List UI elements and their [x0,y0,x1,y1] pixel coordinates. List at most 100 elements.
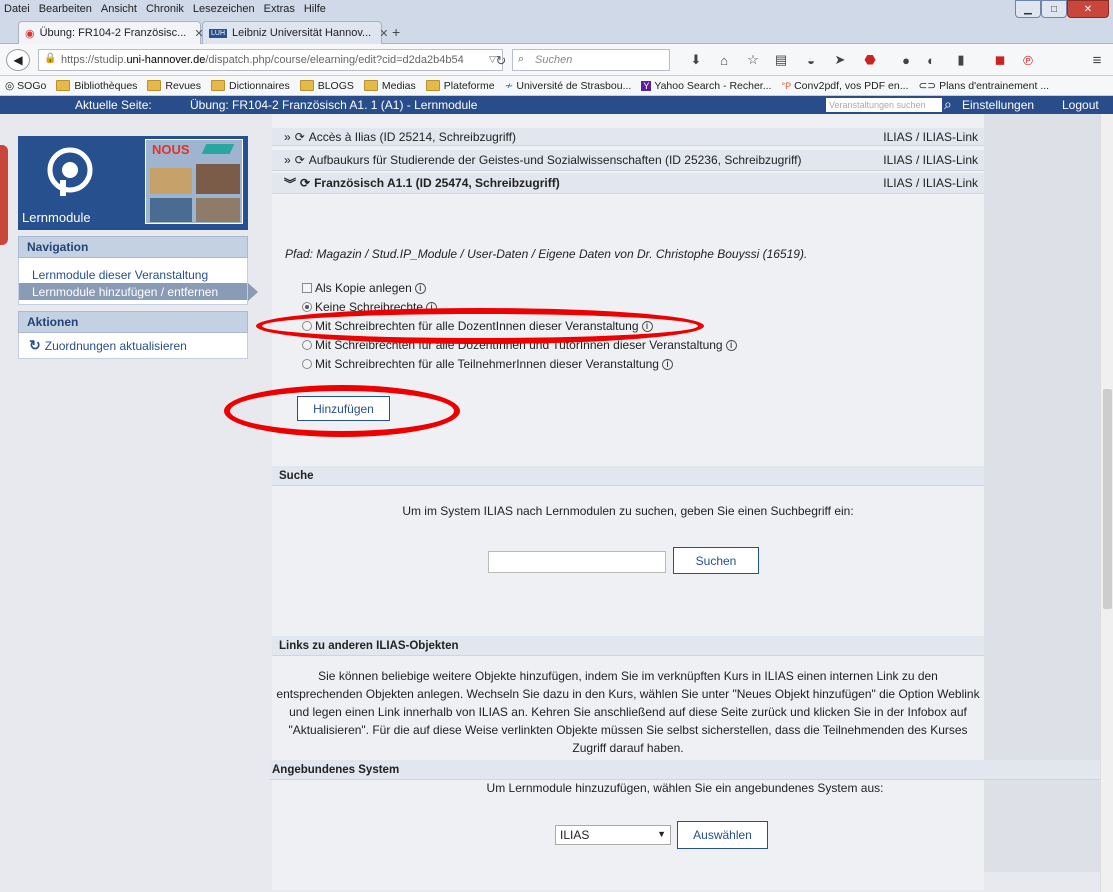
system-section-heading: Angebundenes System [270,760,1100,780]
bookmark-folder[interactable]: Medias [363,80,416,92]
bookmark-folder[interactable]: Revues [147,80,201,92]
minimize-icon[interactable]: ▁ [1015,0,1041,18]
pinterest-icon[interactable]: ℗ [1020,52,1036,68]
menu-lesezeichen[interactable]: Lesezeichen [193,3,255,15]
course-logo-text: NOUS [152,142,190,157]
course-search-input[interactable]: Veranstaltungen suchen [826,98,942,112]
menu-ansicht[interactable]: Ansicht [101,3,137,15]
bookmark-folder[interactable]: Dictionnaires [211,80,290,92]
select-system-button[interactable]: Auswählen [677,821,768,849]
back-icon[interactable]: ◀ [6,49,30,71]
bookmark-label: SOGo [17,79,47,92]
copy-checkbox-row[interactable]: Als Kopie anlegen i [302,281,426,295]
search-icon[interactable]: ⌕ [944,96,952,113]
course-banner-image: NOUS [145,139,243,224]
bookmark-plans[interactable]: ⊂⊃ Plans d'entrainement ... [918,80,1049,92]
bookmark-unistra[interactable]: ≁ Université de Strasbou... [505,80,632,92]
radio-button[interactable] [302,302,312,312]
tab-studip[interactable]: ◉ Übung: FR104-2 Französisc... ✕ [18,21,204,44]
download-icon[interactable]: ⬇ [688,52,704,68]
module-name: Accès à Ilias (ID 25214, Schreibzugriff) [308,129,516,144]
menu-extras[interactable]: Extras [264,3,295,15]
scrollbar-thumb[interactable] [1103,389,1112,609]
chevron-down-icon: ▼ [657,829,666,839]
bookmark-folder[interactable]: BLOGS [299,80,354,92]
module-row[interactable]: » ⟳ Accès à Ilias (ID 25214, Schreibzugri… [272,128,984,146]
bookmark-folder[interactable]: Plateforme [425,80,495,92]
settings-link[interactable]: Einstellungen [962,98,1034,112]
highlight-ellipse [256,308,704,344]
bookmark-conv2pdf[interactable]: °P Conv2pdf, vos PDF en... [781,80,908,92]
radio-write-teilnehmer[interactable]: Mit Schreibrechten für alle TeilnehmerIn… [302,357,673,371]
menu-hilfe[interactable]: Hilfe [304,3,326,15]
collapse-icon: ︾ [284,176,297,191]
phone-icon[interactable]: ▮ [953,52,969,68]
radio-button[interactable] [302,359,312,369]
home-icon[interactable]: ⌂ [716,52,732,68]
search-button[interactable]: Suchen [673,547,759,574]
chat-icon[interactable]: ● [898,52,914,68]
refresh-icon: ↻ [29,337,41,353]
module-icon: ⟳ [294,129,305,144]
addon-icon[interactable]: ◼ [992,52,1008,68]
url-prefix: https://studip. [61,54,127,66]
maximize-icon[interactable]: □ [1041,0,1067,18]
send-icon[interactable]: ➤ [832,52,848,68]
expand-icon: » [284,153,291,167]
url-host: uni-hannover.de [126,54,206,66]
browser-search-input[interactable]: ⌕ Suchen [512,49,670,71]
module-row[interactable]: » ⟳ Aufbaukurs für Studierende der Geiste… [272,150,984,171]
unistra-icon: ≁ [504,79,514,92]
sogo-icon: ◎ [5,79,15,92]
logo-stripe-icon [201,144,235,154]
module-link-type: ILIAS / ILIAS-Link [883,129,978,144]
bookmark-star-icon[interactable]: ☆ [745,52,761,68]
navigation-list: Lernmodule dieser Veranstaltung Lernmodu… [18,258,258,305]
close-tab-icon[interactable]: ✕ [379,27,388,40]
menu-bearbeiten[interactable]: Bearbeiten [39,3,92,15]
menu-chronik[interactable]: Chronik [146,3,184,15]
bookmark-yahoo[interactable]: Y Yahoo Search - Recher... [641,80,771,92]
radio-label: Mit Schreibrechten für alle TeilnehmerIn… [315,357,659,371]
radio-button[interactable] [302,340,312,350]
reload-icon[interactable]: ↻ [493,53,509,69]
extension-icon[interactable]: ◐ [923,52,939,68]
page-scrollbar[interactable] [1100,114,1113,892]
course-search-placeholder: Veranstaltungen suchen [829,100,926,110]
info-icon[interactable]: i [414,282,426,294]
copy-checkbox[interactable] [302,283,312,293]
info-icon[interactable]: i [725,339,737,351]
new-tab-button[interactable]: + [392,24,400,40]
photo-tile [196,198,240,222]
module-name: Aufbaukurs für Studierende der Geistes-u… [308,153,802,167]
close-icon[interactable]: ✕ [1067,0,1109,18]
highlight-ellipse [224,385,460,437]
reader-icon[interactable]: ▤ [773,52,789,68]
menu-datei[interactable]: Datei [4,3,30,15]
adblock-icon[interactable]: ⬣ [862,52,878,68]
search-placeholder: Suchen [535,54,573,66]
bookmark-label: Dictionnaires [229,79,290,92]
sidebar-item-lernmodule-hinzufuegen[interactable]: Lernmodule hinzufügen / entfernen [19,283,258,301]
hamburger-menu-icon[interactable]: ≡ [1089,52,1105,69]
url-bar[interactable]: 🔒 https://studip. uni-hannover.de/dispatc… [38,49,503,71]
sidebar-item-lernmodule-dieser-veranstaltung[interactable]: Lernmodule dieser Veranstaltung [19,266,247,283]
module-path: Pfad: Magazin / Stud.IP_Module / User-Da… [285,247,808,261]
feedback-tab[interactable] [0,145,8,245]
yahoo-icon: Y [641,80,652,91]
actions-heading: Aktionen [18,311,248,333]
bookmark-folder[interactable]: Bibliothèques [56,80,137,92]
pocket-icon[interactable]: ◒ [803,52,819,68]
module-search-input[interactable] [488,551,666,573]
bookmark-label: Revues [165,79,202,92]
refresh-assignments-link[interactable]: ↻ Zuordnungen aktualisieren [19,337,247,354]
photo-tile [150,168,192,194]
tab-luh[interactable]: LUH Leibniz Universität Hannov... ✕ [202,21,388,44]
logout-link[interactable]: Logout [1062,98,1099,112]
info-icon[interactable]: i [661,358,673,370]
bookmark-sogo[interactable]: ◎ SOGo [5,80,46,92]
system-select[interactable]: ILIAS ▼ [555,825,671,845]
module-name: Französisch A1.1 (ID 25474, Schreibzugri… [314,176,560,190]
action-label: Zuordnungen aktualisieren [44,338,187,353]
module-row-expanded[interactable]: ︾ ⟳ Französisch A1.1 (ID 25474, Schreibzu… [272,173,984,194]
